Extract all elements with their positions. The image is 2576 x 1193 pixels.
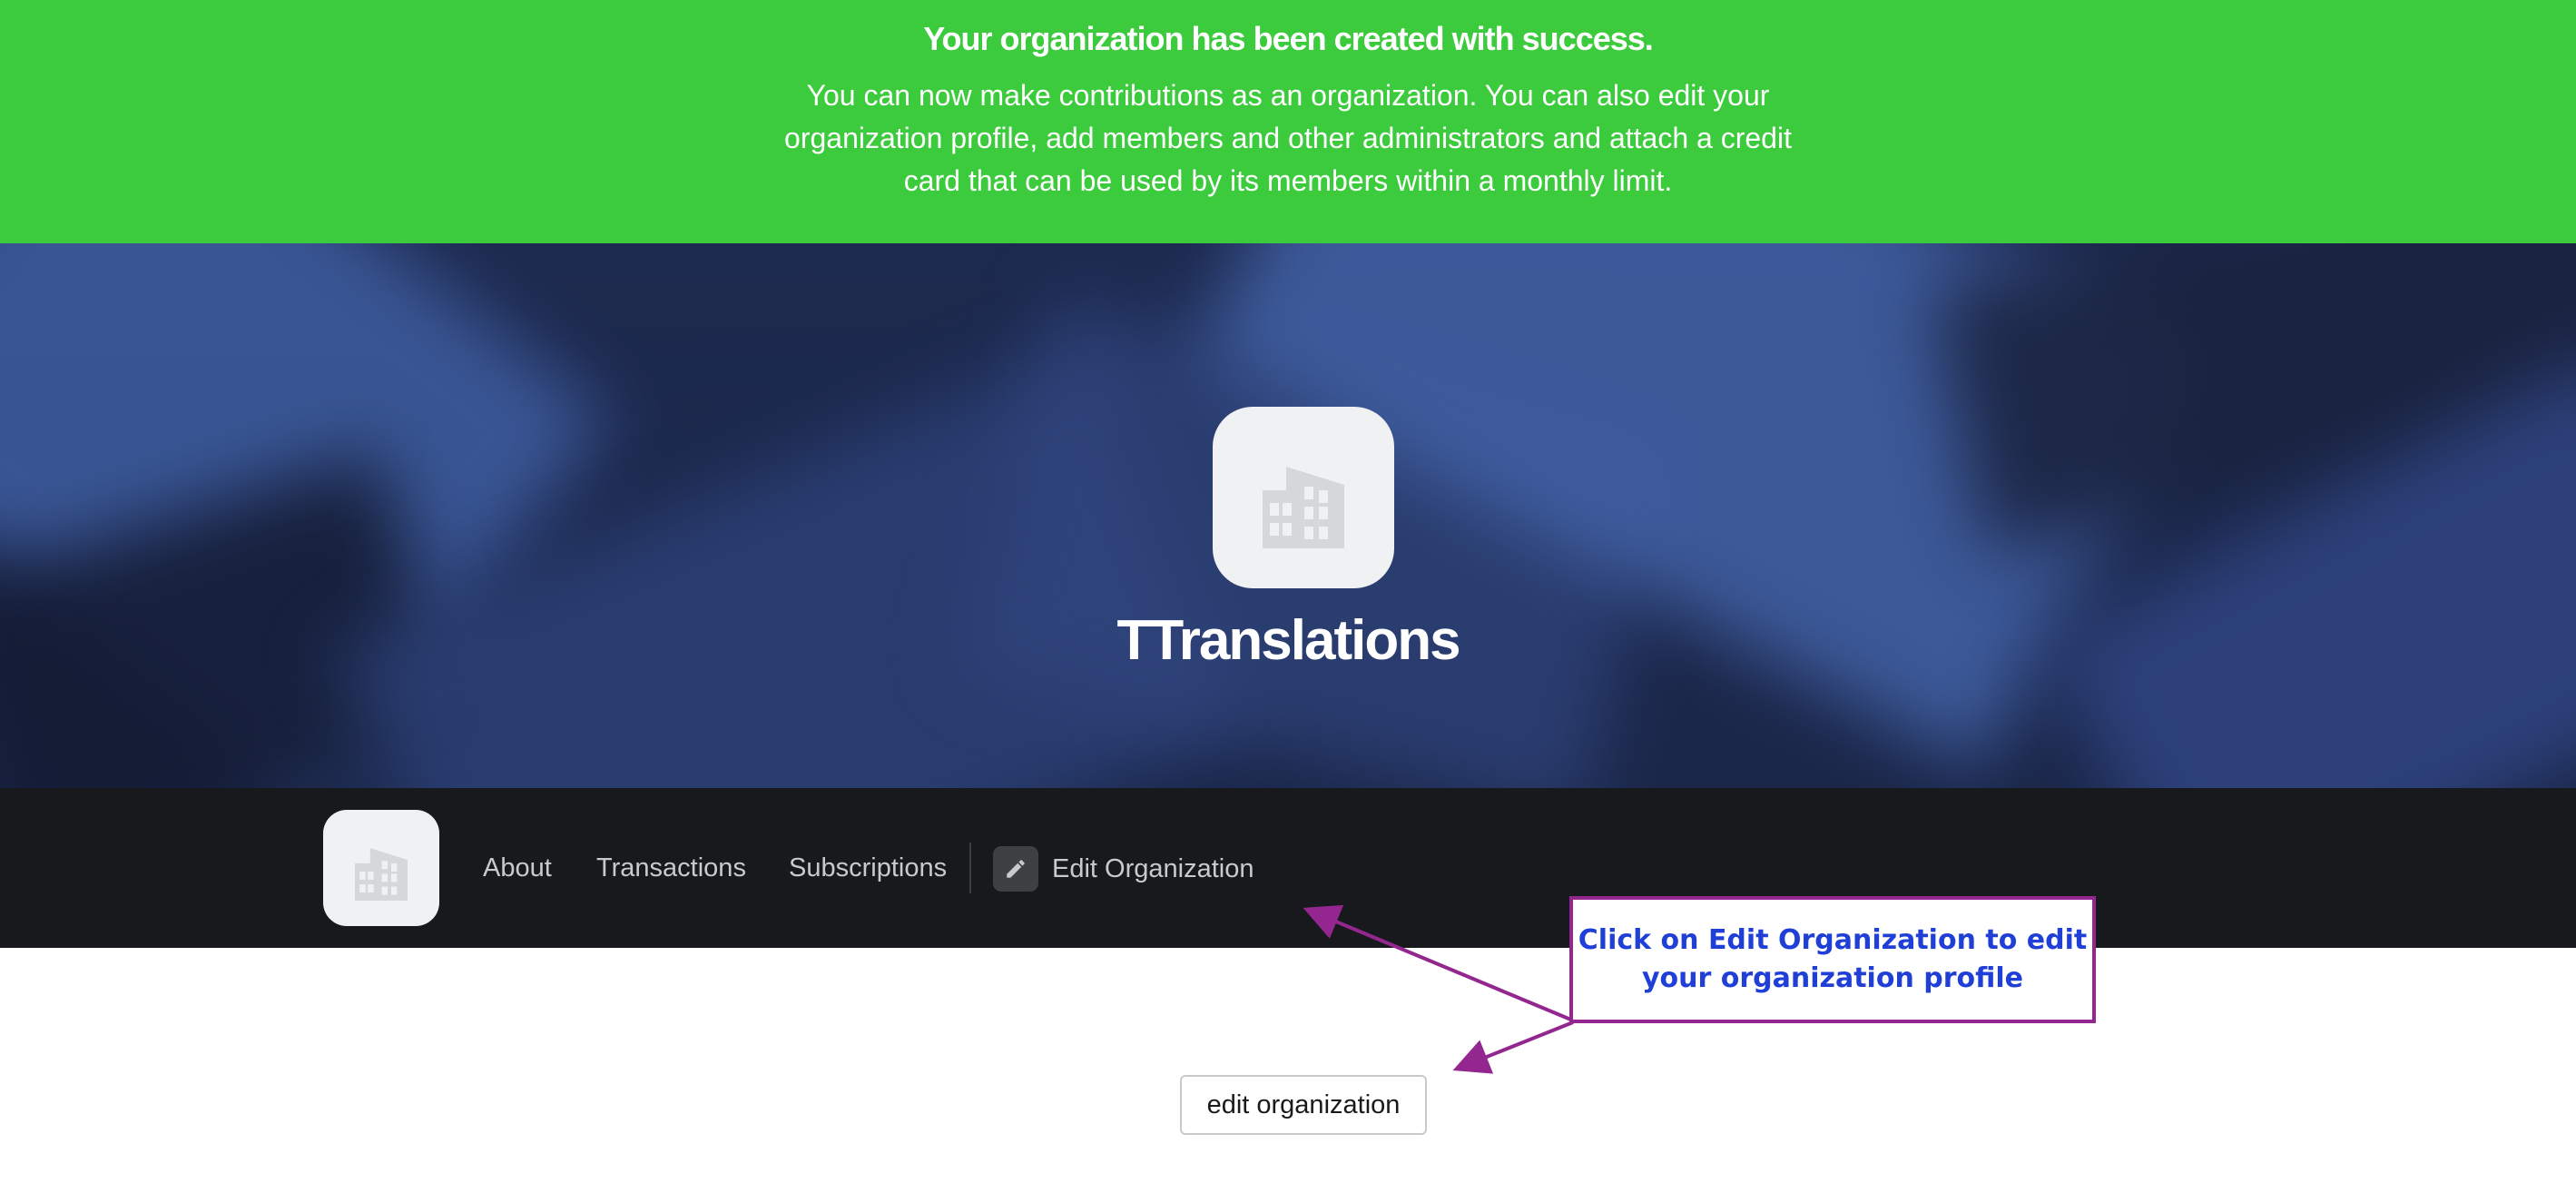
navbar-avatar[interactable]: [323, 810, 439, 926]
organization-name: TTranslations: [1116, 609, 1460, 672]
nav-subscriptions[interactable]: Subscriptions: [789, 850, 947, 886]
page: Your organization has been created with …: [0, 0, 2576, 1193]
profile-navbar: About Transactions Subscriptions Edit Or…: [0, 788, 2576, 948]
edit-icon-box: [993, 846, 1038, 892]
edit-organization-link[interactable]: Edit Organization: [993, 846, 1254, 892]
pencil-icon: [1007, 860, 1025, 878]
nav-divider: [969, 843, 971, 893]
annotation-text: Click on Edit Organization to edit your …: [1578, 924, 2088, 994]
edit-organization-label: Edit Organization: [1052, 853, 1254, 883]
success-banner: Your organization has been created with …: [0, 0, 2576, 243]
organization-avatar: [1213, 407, 1394, 588]
banner-message: You can now make contributions as an org…: [784, 79, 1792, 197]
banner-title: Your organization has been created with …: [923, 20, 1654, 57]
arrow-to-edit-button: [1452, 1020, 1574, 1074]
building-icon: [1263, 467, 1344, 548]
building-icon: [355, 848, 408, 901]
nav-transactions[interactable]: Transactions: [596, 850, 746, 886]
edit-organization-button[interactable]: edit organization: [1180, 1075, 1427, 1135]
profile-cover: TTranslations: [0, 243, 2576, 788]
nav-about[interactable]: About: [483, 850, 552, 886]
annotation-callout: Click on Edit Organization to edit your …: [1569, 896, 2096, 1023]
